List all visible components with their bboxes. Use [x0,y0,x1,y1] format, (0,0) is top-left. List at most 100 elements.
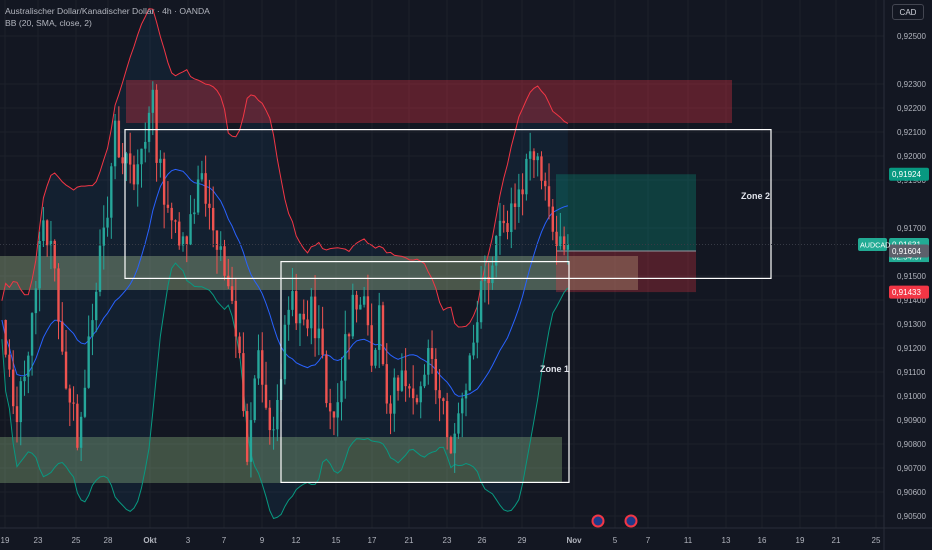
candle-body [245,411,249,462]
candle-body [408,386,411,389]
candle-body [536,156,539,161]
time-tick-label: 9 [260,536,265,545]
candle-body [12,369,15,407]
candle-body [468,355,471,391]
candle-body [227,275,230,287]
candle-body [64,351,68,389]
time-tick-label: 19 [796,536,805,545]
time-tick-label: 25 [72,536,81,545]
price-tick-label: 0,92300 [897,80,926,89]
time-tick-label: 15 [332,536,341,545]
stop-price-tag-text: 0,91433 [892,288,921,297]
price-tick-label: 0,90700 [897,464,926,473]
price-tick-label: 0,92000 [897,152,926,161]
price-tick-label: 0,91500 [897,272,926,281]
candle-body [147,112,151,142]
candle-body [178,221,181,246]
candle-body [547,186,551,207]
candle-body [166,204,170,208]
candle-body [528,151,532,159]
candle-body [359,304,362,310]
candle-body [389,403,392,414]
time-tick-label: 23 [443,536,452,545]
time-tick-label: Okt [143,536,157,545]
candle-body [76,403,79,448]
zone-1-label: Zone 1 [540,364,569,374]
candle-body [366,296,370,326]
position-target-area [556,174,696,252]
candle-body [238,336,241,354]
candle-body [57,268,60,322]
candle-body [336,402,339,418]
candle-body [87,336,90,388]
candle-body [419,386,422,403]
candle-body [117,120,121,158]
candle-body [162,158,166,205]
candle-body [91,320,94,337]
candle-body [393,377,396,414]
candle-body [445,401,449,438]
candle-body [230,286,234,301]
price-tick-label: 0,91000 [897,392,926,401]
candle-body [132,164,136,185]
candle-body [498,220,502,237]
chart-window[interactable]: Zone 1 Zone 2 0,92500 0,92300 0,92200 0,92100… [0,0,932,550]
time-tick-label: 13 [722,536,731,545]
candle-body [347,334,351,337]
price-chart[interactable]: Zone 1 Zone 2 0,92500 0,92300 0,92200 0,92100… [0,0,932,550]
candle-body [193,212,196,215]
time-tick-label: 3 [186,536,191,545]
price-tick-label: 0,92200 [897,104,926,113]
currency-button[interactable]: CAD [892,4,924,20]
candle-body [83,387,87,417]
candle-body [502,220,505,224]
candle-body [15,406,19,423]
time-tick-label: 21 [405,536,414,545]
candle-body [223,246,226,276]
indicator-legend[interactable]: BB (20, SMA, close, 2) [5,18,92,28]
candle-body [19,381,22,423]
candle-body [472,342,475,356]
candle-body [268,407,271,431]
candle-body [381,305,385,365]
candle-body [415,398,419,403]
candle-body [42,220,45,242]
candle-body [491,265,494,284]
candle-body [423,374,426,387]
candle-body [400,370,404,391]
candle-body [449,437,453,454]
time-tick-label: 29 [518,536,527,545]
candle-body [442,398,445,402]
candle-body [404,370,407,387]
candle-body [61,321,64,352]
candle-body [457,413,460,434]
candle-body [328,403,332,412]
time-tick-label: 17 [368,536,377,545]
candle-body [196,179,200,213]
event-flag-icon-inner [626,516,636,526]
position-stop-area [556,251,696,293]
candle-body [95,291,98,321]
time-tick-label: 5 [613,536,618,545]
price-tick-label: 0,90900 [897,416,926,425]
candle-body [38,241,41,289]
candle-body [434,358,438,391]
candle-body [23,376,26,382]
entry-price-tag-text: 0,91604 [892,247,921,256]
candle-body [544,180,547,187]
candle-body [242,353,245,412]
candle-body [461,398,464,414]
candle-body [264,384,268,408]
candle-body [121,157,124,164]
candle-body [110,166,113,218]
time-tick-label: 21 [832,536,841,545]
candle-body [30,313,34,356]
time-tick-label: 11 [684,536,693,545]
candle-body [321,328,324,355]
time-tick-label: 7 [222,536,227,545]
candle-body [513,203,517,207]
price-tick-label: 0,92500 [897,32,926,41]
candle-body [551,206,554,232]
candle-body [140,148,143,165]
zone-2-label: Zone 2 [741,191,770,201]
